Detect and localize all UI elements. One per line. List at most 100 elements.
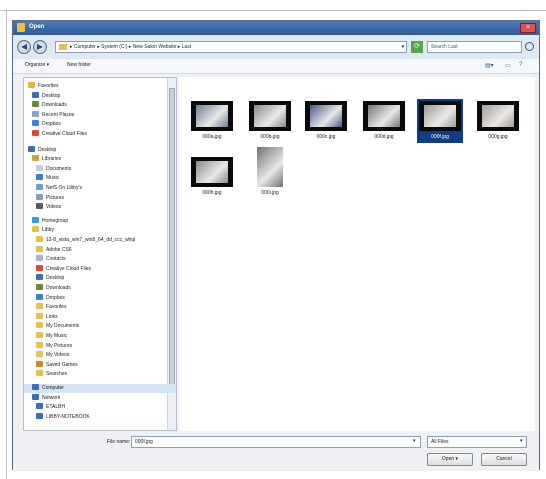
file-thumbnail[interactable]: 000b.jpg [247,99,293,143]
cancel-label: Cancel [496,456,512,462]
search-placeholder: Search Last [431,44,458,50]
nav-item[interactable]: Videos [36,203,170,212]
preview-pane-icon[interactable]: ▭ [505,62,511,69]
nav-item[interactable]: Computer [24,384,176,393]
open-button[interactable]: Open ▾ [427,453,473,466]
file-thumbnail[interactable]: 000g.jpg [475,99,521,143]
nav-item-label: Music [46,175,60,182]
nav-item[interactable]: Saved Games [36,360,170,370]
computer-icon [32,384,39,390]
new-folder-button[interactable]: New folder [67,62,91,68]
nav-item[interactable]: Downloads [32,101,170,110]
nav-item[interactable]: Network [32,393,170,403]
file-type-select[interactable]: All Files [427,436,527,448]
nav-item[interactable]: Homegroup [32,216,170,226]
nav-item[interactable]: My Music [36,332,170,341]
nav-item[interactable]: Favorites [36,303,170,312]
recent-places-icon [32,110,39,117]
back-button[interactable]: ◀ [17,40,31,54]
nav-item-label: 12-8_vista_win7_win8_64_dd_ccc_whql [46,237,136,243]
user-folder-icon [32,226,39,233]
nav-item-label: Favorites [38,83,59,89]
nav-item[interactable]: Contacts [36,255,170,264]
nav-item[interactable]: 12-8_vista_win7_win8_64_dd_ccc_whql [36,236,170,245]
nav-item[interactable]: Favorites [28,82,170,91]
open-dialog: Open × ◀ ▶ ▸ Computer ▸ System (C:) ▸ Ne… [12,20,540,471]
view-options-icon[interactable]: ▤▾ [485,62,494,69]
nav-item[interactable]: Adobe CS6 [36,245,170,255]
nav-item[interactable]: Links [36,312,170,322]
contacts-icon [36,255,43,262]
nav-item[interactable]: Pictures [36,193,170,203]
photo-icon [424,105,456,127]
close-button[interactable]: × [520,23,536,33]
nav-item[interactable]: Desktop [28,145,170,155]
nav-item[interactable]: ETALBH [36,403,170,412]
nav-item-label: Dropbox [42,121,61,128]
file-name: 000d.jpg [374,134,394,140]
folder-icon [36,322,43,329]
forward-button[interactable]: ▶ [33,40,47,54]
network-icon [32,393,39,400]
nav-item[interactable]: Documents [36,164,170,174]
file-name-input[interactable]: 000f.jpg [131,436,421,448]
links-icon [36,312,43,319]
nav-item[interactable]: LIBBY-NOTEBOOK [36,412,170,422]
file-thumbnail[interactable]: 000c.jpg [303,99,349,143]
nav-item[interactable]: Libby [32,226,170,235]
pictures-icon [36,193,43,200]
nav-item-label: Saved Games [46,361,78,368]
address-field[interactable]: ▸ Computer ▸ System (C:) ▸ New Salon Web… [55,41,407,53]
cancel-button[interactable]: Cancel [481,453,527,466]
creative-cloud-icon [32,130,39,136]
nav-item[interactable]: Creative Cloud Files [32,130,170,139]
nav-item[interactable]: Dropbox [36,293,170,303]
background-divider [0,10,546,11]
nav-item[interactable]: Desktop [36,274,170,283]
file-thumbnail[interactable]: 000d.jpg [361,99,407,143]
file-thumbnail[interactable]: 000f.jpg [417,99,463,143]
file-list: 000a.jpg 000b.jpg 000c.jpg 000d.jpg 000f.jpg… [179,77,535,431]
chevron-down-icon[interactable]: ▾ [520,438,523,444]
nav-item[interactable]: Libraries [32,155,170,164]
open-label: Open [441,456,455,462]
photo-icon [482,105,514,127]
folder-icon [59,44,67,50]
nav-item[interactable]: Dropbox [32,120,170,129]
file-thumbnail[interactable]: 000h.jpg [189,155,235,199]
file-name: 000b.jpg [260,134,280,140]
dropbox-icon [36,293,43,300]
nav-item[interactable]: My Videos [36,351,170,360]
photo-icon [196,161,228,183]
nav-item[interactable]: Desktop [32,91,170,101]
refresh-button[interactable]: ⟳ [411,41,423,53]
folder-icon [36,341,43,348]
star-icon [28,82,35,88]
nav-item[interactable]: Creative Cloud Files [36,264,170,274]
nav-item[interactable]: My Documents [36,322,170,331]
nav-item[interactable]: Downloads [36,284,170,293]
organize-button[interactable]: Organize ▾ [25,62,49,68]
homegroup-icon [32,216,39,223]
chevron-down-icon[interactable]: ▾ [413,438,416,444]
file-thumbnail[interactable]: 000a.jpg [189,99,235,143]
search-icon[interactable] [525,42,534,51]
network-computer-icon [36,403,43,410]
nav-item[interactable]: Music [36,174,170,183]
nav-item[interactable]: My Pictures [36,341,170,351]
image-preview [191,157,233,187]
nav-item-label: Dropbox [46,294,65,301]
file-thumbnail[interactable]: 000i.jpg [247,147,293,199]
nav-item-label: My Videos [46,352,70,359]
address-path: ▸ Computer ▸ System (C:) ▸ New Salon Web… [70,44,192,50]
search-input[interactable]: Search Last [427,41,522,53]
chevron-down-icon[interactable]: ▾ [399,41,407,53]
nav-item-label: Desktop [38,146,57,153]
help-icon[interactable]: ? [519,62,522,68]
nav-item[interactable]: Recent Places [32,110,170,120]
dropbox-icon [32,120,39,127]
folder-icon [36,332,43,338]
nav-item[interactable]: NefS On Libby's [36,184,170,193]
nav-item[interactable]: Searches [36,370,170,379]
image-preview [191,101,233,131]
